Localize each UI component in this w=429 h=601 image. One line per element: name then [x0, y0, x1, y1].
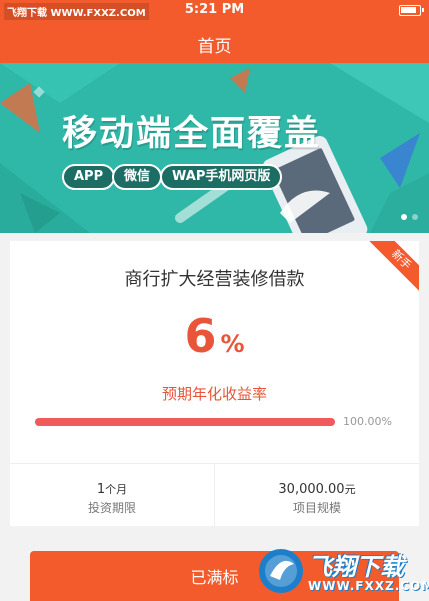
site-watermark: 飞翔下载 WWW.FXXZ.COM [256, 543, 429, 599]
watermark-text: 飞翔下载 [308, 553, 404, 581]
stat-term-value: 1个月 [96, 482, 128, 497]
status-time: 5:21 PM [184, 2, 245, 17]
stat-term: 1个月 投资期限 [10, 481, 214, 516]
progress-bar [35, 418, 335, 426]
fxxz-logo-icon [259, 549, 303, 593]
stat-scale: 30,000.00元 项目规模 [215, 481, 419, 516]
carousel-dot-1[interactable] [401, 214, 407, 220]
product-name: 商行扩大经营装修借款 [124, 269, 305, 290]
promo-banner[interactable]: 移动端全面覆盖 APP 微信 WAP手机网页版 [0, 63, 429, 233]
banner-tag-wechat: 微信 [112, 164, 163, 190]
stat-scale-value: 30,000.00元 [278, 482, 356, 497]
page-title: 首页 [197, 37, 232, 57]
watermark-url: WWW.FXXZ.COM [308, 579, 429, 593]
rate-unit: % [220, 330, 245, 358]
banner-tag-wap: WAP手机网页版 [160, 164, 283, 190]
banner-title: 移动端全面覆盖 [62, 114, 322, 154]
annual-rate: 6% [10, 309, 419, 363]
top-bar: 飞翔下载 WWW.FXXZ.COM 5:21 PM 首页 [0, 0, 429, 63]
banner-tag-app: APP [62, 164, 116, 190]
status-bar: 飞翔下载 WWW.FXXZ.COM 5:21 PM [0, 0, 429, 22]
progress-fill [35, 418, 335, 426]
rate-label: 预期年化收益率 [161, 385, 267, 403]
rate-value: 6 [184, 309, 217, 363]
stat-scale-label: 项目规模 [292, 501, 341, 515]
progress-text: 100.00% [343, 415, 392, 428]
battery-icon [399, 5, 424, 16]
stat-term-label: 投资期限 [87, 501, 136, 515]
carousel-dot-2[interactable] [412, 214, 418, 220]
product-card[interactable]: 新手 商行扩大经营装修借款 6% 预期年化收益率 100.00% 1个月 投资期… [10, 241, 419, 526]
